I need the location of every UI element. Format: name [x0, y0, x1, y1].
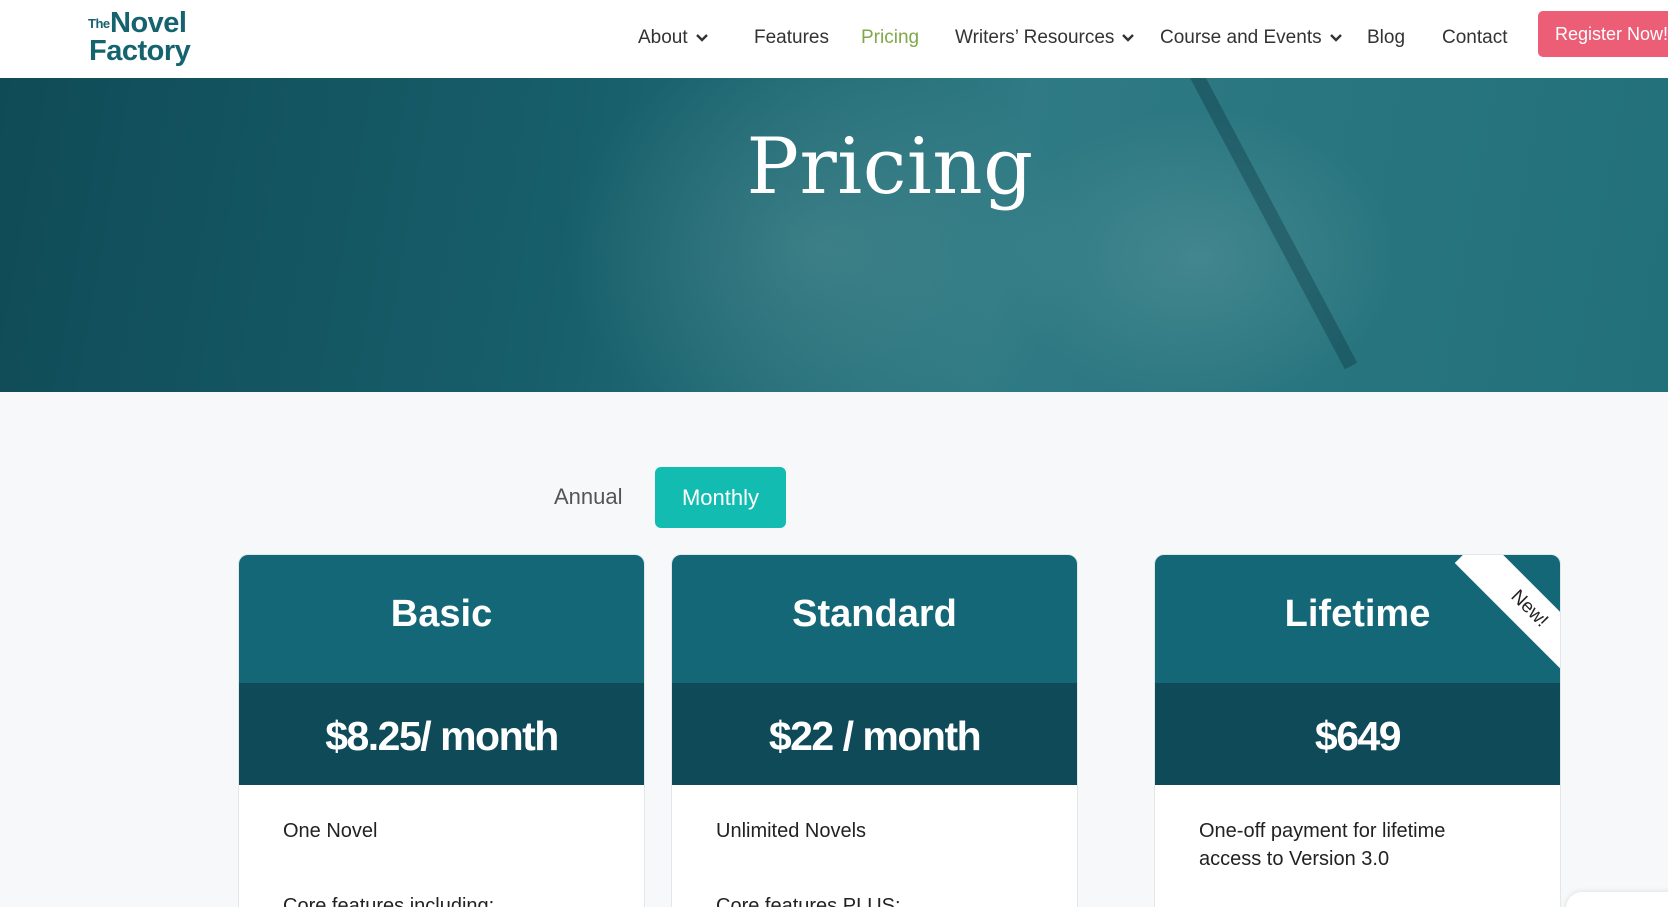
nav-item-pricing-label: Pricing: [861, 27, 920, 48]
nav-item-about-label: About: [638, 27, 688, 48]
nav-item-contact[interactable]: Contact: [1442, 26, 1507, 50]
chevron-down-icon: [695, 34, 708, 42]
plan-price-band: $8.25/ month: [239, 683, 644, 785]
plan-card-lifetime: Lifetime $649 One-off payment for lifeti…: [1154, 554, 1561, 907]
plan-price-band: $22 / month: [672, 683, 1077, 785]
nav-item-about[interactable]: About: [638, 26, 708, 50]
nav-item-contact-label: Contact: [1442, 27, 1508, 48]
plan-subheading: Core features PLUS:: [716, 895, 901, 907]
plan-card-basic: Basic $8.25/ month One Novel Core featur…: [238, 554, 645, 907]
plan-price: $22 / month: [768, 713, 982, 759]
nav-item-writers-resources-label: Writers’ Resources: [955, 27, 1115, 48]
nav-item-writers-resources[interactable]: Writers’ Resources: [955, 26, 1135, 50]
plan-card-header: Standard: [672, 555, 1077, 683]
nav-item-features-label: Features: [754, 27, 829, 48]
plan-price: $649: [1314, 713, 1402, 759]
page-title: Pricing: [746, 122, 1034, 212]
nav-item-course-events-label: Course and Events: [1160, 27, 1322, 48]
novel-factory-logo[interactable]: The Novel Factory: [88, 7, 198, 68]
nav-item-pricing[interactable]: Pricing: [861, 26, 919, 50]
nav-item-course-events[interactable]: Course and Events: [1160, 26, 1342, 50]
billing-toggle-monthly[interactable]: Monthly: [655, 467, 786, 528]
plan-subheading: Core features including:: [283, 895, 495, 907]
site-header: The Novel Factory About Features Pricing…: [0, 0, 1668, 78]
register-now-button[interactable]: Register Now!: [1538, 11, 1668, 57]
plan-card-standard: Standard $22 / month Unlimited Novels Co…: [671, 554, 1078, 907]
logo-factory-text: Factory: [89, 35, 191, 67]
hero-banner: Pricing: [0, 78, 1668, 392]
new-ribbon: New!: [1430, 555, 1560, 685]
chat-widget[interactable]: [1566, 892, 1668, 907]
logo-the-text: The: [88, 16, 110, 31]
chevron-down-icon: [1329, 34, 1342, 42]
plan-card-header: Basic: [239, 555, 644, 683]
nav-item-features[interactable]: Features: [754, 26, 829, 50]
nav-item-blog[interactable]: Blog: [1367, 26, 1405, 50]
plan-feature: One Novel: [283, 820, 378, 842]
plan-name: Standard: [792, 593, 957, 635]
plan-name: Basic: [390, 593, 493, 635]
nav-item-blog-label: Blog: [1367, 27, 1406, 48]
plan-price-band: $649: [1155, 683, 1560, 785]
plan-feature: One-off payment for lifetime access to V…: [1199, 820, 1446, 870]
plan-feature: Unlimited Novels: [716, 820, 867, 842]
plan-price: $8.25/ month: [325, 713, 559, 759]
new-badge: New!: [1454, 555, 1560, 684]
chevron-down-icon: [1122, 34, 1135, 42]
billing-toggle-annual[interactable]: Annual: [554, 484, 623, 510]
